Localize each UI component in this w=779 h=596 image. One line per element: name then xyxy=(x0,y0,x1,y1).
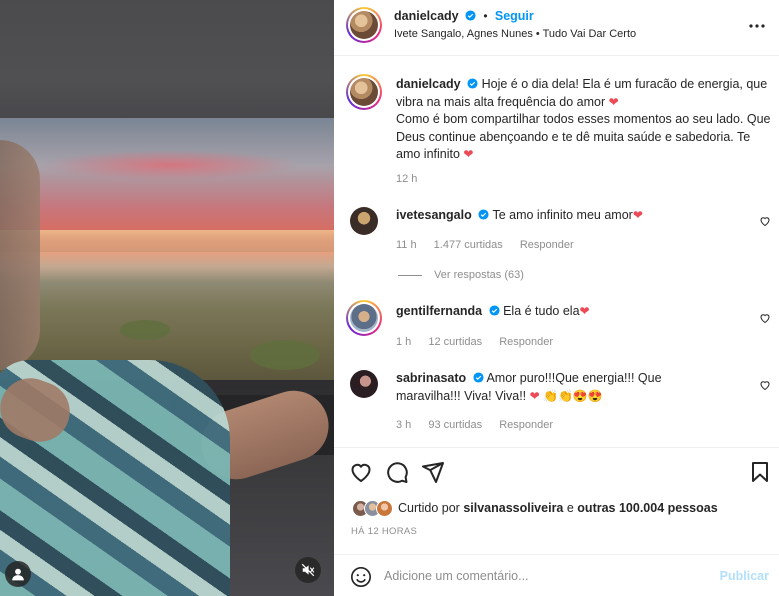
comment-3: sabrinasato Amor puro!!!Que energia!!! Q… xyxy=(396,370,696,405)
mute-icon[interactable] xyxy=(295,557,321,583)
comment-meta: 1 h 12 curtidas Responder xyxy=(396,336,567,348)
likes-text: Curtido por silvanassoliveira e outras 1… xyxy=(398,501,718,515)
add-comment-bar: Publicar xyxy=(334,554,779,596)
heart-icon[interactable] xyxy=(349,460,373,484)
avatar[interactable] xyxy=(350,370,378,398)
verified-icon xyxy=(467,78,478,89)
heart-emoji: ❤ xyxy=(608,94,619,109)
comment-username[interactable]: ivetesangalo xyxy=(396,208,472,222)
author-username[interactable]: danielcady xyxy=(394,9,459,23)
more-icon[interactable] xyxy=(745,14,769,38)
car-roof xyxy=(0,0,334,130)
emoji-reactions: ❤ 👏👏😍😍 xyxy=(529,388,603,403)
avatar[interactable] xyxy=(346,300,382,336)
horizon xyxy=(0,230,334,252)
verified-icon xyxy=(465,10,476,21)
verified-icon xyxy=(473,372,484,383)
caption-time: 12 h xyxy=(396,173,431,185)
comment-text: Te amo infinito meu amor xyxy=(492,208,633,222)
person-face xyxy=(0,140,40,370)
comment-meta: 3 h 93 curtidas Responder xyxy=(396,419,567,431)
reply-button[interactable]: Responder xyxy=(499,336,553,348)
comment-time[interactable]: 3 h xyxy=(396,419,411,431)
avatar xyxy=(376,499,393,517)
verified-icon xyxy=(478,209,489,220)
post-media-video[interactable] xyxy=(0,0,334,596)
comment-likes[interactable]: 12 curtidas xyxy=(428,336,482,348)
post-time-ago[interactable]: HÁ 12 HORAS xyxy=(351,526,417,537)
comment-likes[interactable]: 1.477 curtidas xyxy=(434,239,503,251)
reply-button[interactable]: Responder xyxy=(499,419,553,431)
bush xyxy=(250,340,320,370)
heart-icon[interactable] xyxy=(759,379,771,391)
likes-and: e xyxy=(563,501,578,515)
comments-section[interactable]: danielcady Hoje é o dia dela! Ela é um f… xyxy=(334,57,779,447)
bush xyxy=(120,320,170,340)
likes-count[interactable]: outras 100.004 pessoas xyxy=(577,501,717,515)
view-replies-label: Ver respostas (63) xyxy=(434,269,524,281)
caption-text-2: Como é bom compartilhar todos esses mome… xyxy=(396,112,771,161)
caption: danielcady Hoje é o dia dela! Ela é um f… xyxy=(396,76,771,164)
caption-author[interactable]: danielcady xyxy=(396,77,461,91)
heart-emoji: ❤ xyxy=(632,208,643,222)
reply-button[interactable]: Responder xyxy=(520,239,574,251)
comment-text: Ela é tudo ela xyxy=(503,304,580,318)
heart-icon[interactable] xyxy=(759,312,771,324)
avatar[interactable] xyxy=(346,74,382,110)
post-header: danielcady • Seguir Ivete Sangalo, Agnes… xyxy=(334,0,779,56)
liker-username[interactable]: silvanassoliveira xyxy=(463,501,563,515)
bookmark-icon[interactable] xyxy=(748,460,772,484)
header-title: danielcady • Seguir xyxy=(394,9,534,23)
follow-button[interactable]: Seguir xyxy=(495,9,534,23)
emoji-icon[interactable] xyxy=(350,566,372,588)
avatar[interactable] xyxy=(350,207,378,235)
verified-icon xyxy=(489,305,500,316)
heart-emoji: ❤ xyxy=(463,147,474,161)
comment-1: ivetesangalo Te amo infinito meu amor❤ xyxy=(396,207,643,225)
caption-timestamp[interactable]: 12 h xyxy=(396,173,417,185)
replies-line xyxy=(398,274,422,276)
comment-input[interactable] xyxy=(384,565,704,587)
comment-username[interactable]: sabrinasato xyxy=(396,371,466,385)
comment-meta: 11 h 1.477 curtidas Responder xyxy=(396,239,588,251)
separator-dot: • xyxy=(483,9,488,23)
comment-2: gentilfernanda Ela é tudo ela❤ xyxy=(396,303,590,321)
comment-likes[interactable]: 93 curtidas xyxy=(428,419,482,431)
comment-icon[interactable] xyxy=(385,460,409,484)
publish-button[interactable]: Publicar xyxy=(720,569,769,583)
post-subline[interactable]: Ivete Sangalo, Agnes Nunes • Tudo Vai Da… xyxy=(394,28,636,40)
likes-summary[interactable]: Curtido por silvanassoliveira e outras 1… xyxy=(352,498,718,518)
heart-icon[interactable] xyxy=(759,215,771,227)
sky-streak xyxy=(40,150,300,180)
comment-time[interactable]: 1 h xyxy=(396,336,411,348)
likes-prefix: Curtido por xyxy=(398,501,464,515)
comment-username[interactable]: gentilfernanda xyxy=(396,304,482,318)
heart-emoji: ❤ xyxy=(579,304,590,318)
post-panel: danielcady • Seguir Ivete Sangalo, Agnes… xyxy=(334,0,779,596)
share-icon[interactable] xyxy=(421,460,445,484)
avatar[interactable] xyxy=(346,7,382,43)
view-replies-button[interactable]: Ver respostas (63) xyxy=(398,269,524,281)
action-bar xyxy=(334,447,779,495)
user-tag-icon[interactable] xyxy=(5,561,31,587)
comment-time[interactable]: 11 h xyxy=(396,239,417,251)
